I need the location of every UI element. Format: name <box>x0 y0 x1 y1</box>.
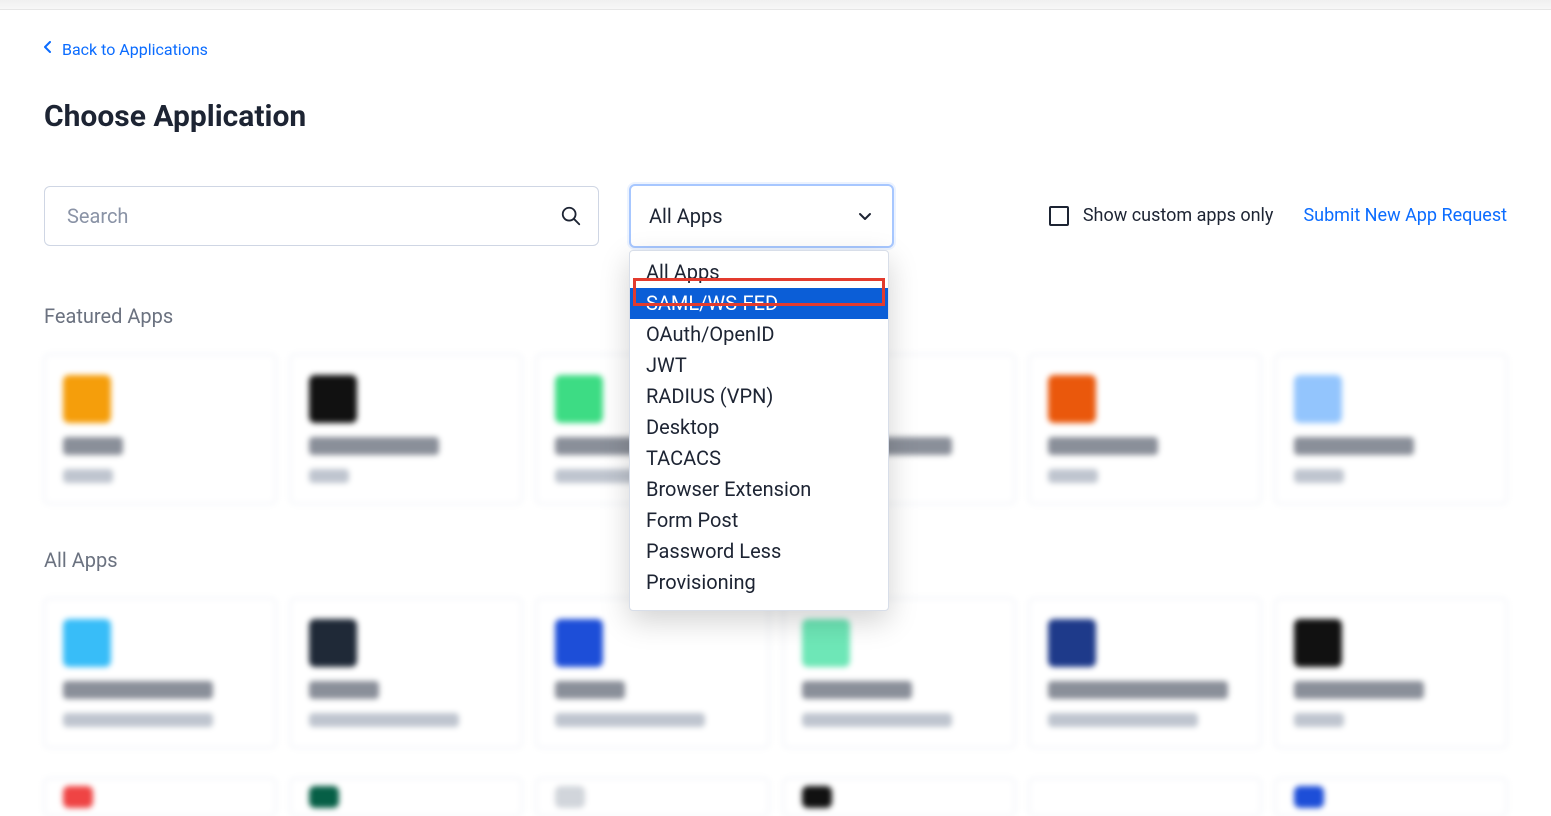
app-category <box>1048 469 1098 483</box>
app-icon <box>1048 786 1078 808</box>
filter-wrap: All Apps All Apps SAML/WS-FED OAuth/Open… <box>629 184 894 248</box>
app-card[interactable] <box>44 354 276 504</box>
filter-select[interactable]: All Apps <box>629 184 894 248</box>
app-icon <box>1294 619 1342 667</box>
app-category <box>555 713 705 727</box>
show-custom-checkbox[interactable]: Show custom apps only <box>1049 205 1274 226</box>
back-link-label: Back to Applications <box>62 40 208 59</box>
filter-selected-label: All Apps <box>649 204 723 228</box>
submit-new-app-link[interactable]: Submit New App Request <box>1303 205 1507 226</box>
app-card[interactable] <box>1029 354 1261 504</box>
app-icon <box>309 375 357 423</box>
filter-option-desktop[interactable]: Desktop <box>630 412 888 443</box>
app-card[interactable] <box>536 598 768 748</box>
app-icon <box>309 786 339 808</box>
back-to-applications-link[interactable]: Back to Applications <box>44 40 208 59</box>
app-card[interactable] <box>290 778 522 816</box>
right-controls: Show custom apps only Submit New App Req… <box>1049 205 1507 226</box>
page-content: Back to Applications Choose Application … <box>0 10 1551 816</box>
app-icon <box>63 619 111 667</box>
app-card[interactable] <box>1275 598 1507 748</box>
app-card[interactable] <box>44 778 276 816</box>
app-name <box>309 681 379 699</box>
filter-option-radius-vpn[interactable]: RADIUS (VPN) <box>630 381 888 412</box>
app-card[interactable] <box>290 598 522 748</box>
app-category <box>802 713 952 727</box>
filter-option-browser-extension[interactable]: Browser Extension <box>630 474 888 505</box>
filter-dropdown[interactable]: All Apps SAML/WS-FED OAuth/OpenID JWT RA… <box>629 250 889 611</box>
app-icon <box>555 375 603 423</box>
search-input[interactable] <box>44 186 599 246</box>
filter-option-jwt[interactable]: JWT <box>630 350 888 381</box>
app-icon <box>309 619 357 667</box>
app-icon <box>802 786 832 808</box>
app-card[interactable] <box>536 778 768 816</box>
checkbox-icon <box>1049 206 1069 226</box>
filter-option-all-apps[interactable]: All Apps <box>630 257 888 288</box>
app-card[interactable] <box>1275 354 1507 504</box>
filter-option-saml-ws-fed[interactable]: SAML/WS-FED <box>630 288 888 319</box>
app-name <box>1294 681 1424 699</box>
app-name <box>555 681 625 699</box>
show-custom-label: Show custom apps only <box>1083 205 1274 226</box>
app-icon <box>555 786 585 808</box>
page-title: Choose Application <box>44 99 1507 134</box>
filter-option-form-post[interactable]: Form Post <box>630 505 888 536</box>
app-name <box>309 437 439 455</box>
app-icon <box>1294 375 1342 423</box>
all-apps-grid-row3 <box>44 778 1507 816</box>
app-card[interactable] <box>1275 778 1507 816</box>
app-icon <box>1048 619 1096 667</box>
app-icon <box>555 619 603 667</box>
app-name <box>1294 437 1414 455</box>
app-name <box>802 681 912 699</box>
app-icon <box>63 786 93 808</box>
app-icon <box>1294 786 1324 808</box>
app-card[interactable] <box>783 598 1015 748</box>
app-icon <box>63 375 111 423</box>
controls-row: All Apps All Apps SAML/WS-FED OAuth/Open… <box>44 184 1507 248</box>
app-category <box>1294 713 1344 727</box>
app-name <box>63 437 123 455</box>
all-apps-grid <box>44 598 1507 748</box>
top-bar <box>0 0 1551 10</box>
app-category <box>309 713 459 727</box>
app-name <box>1048 437 1158 455</box>
app-icon <box>1048 375 1096 423</box>
app-card[interactable] <box>1029 778 1261 816</box>
chevron-left-icon <box>44 41 52 57</box>
filter-option-password-less[interactable]: Password Less <box>630 536 888 567</box>
app-card[interactable] <box>1029 598 1261 748</box>
app-category <box>309 469 349 483</box>
app-category <box>1048 713 1198 727</box>
search-wrap <box>44 186 599 246</box>
filter-option-provisioning[interactable]: Provisioning <box>630 567 888 598</box>
search-icon[interactable] <box>559 204 583 228</box>
app-icon <box>802 619 850 667</box>
chevron-down-icon <box>856 207 874 225</box>
filter-option-tacacs[interactable]: TACACS <box>630 443 888 474</box>
app-card[interactable] <box>44 598 276 748</box>
app-card[interactable] <box>783 778 1015 816</box>
app-category <box>63 713 213 727</box>
app-category <box>1294 469 1344 483</box>
app-card[interactable] <box>290 354 522 504</box>
app-category <box>63 469 113 483</box>
filter-option-oauth-openid[interactable]: OAuth/OpenID <box>630 319 888 350</box>
app-name <box>63 681 213 699</box>
app-name <box>1048 681 1228 699</box>
